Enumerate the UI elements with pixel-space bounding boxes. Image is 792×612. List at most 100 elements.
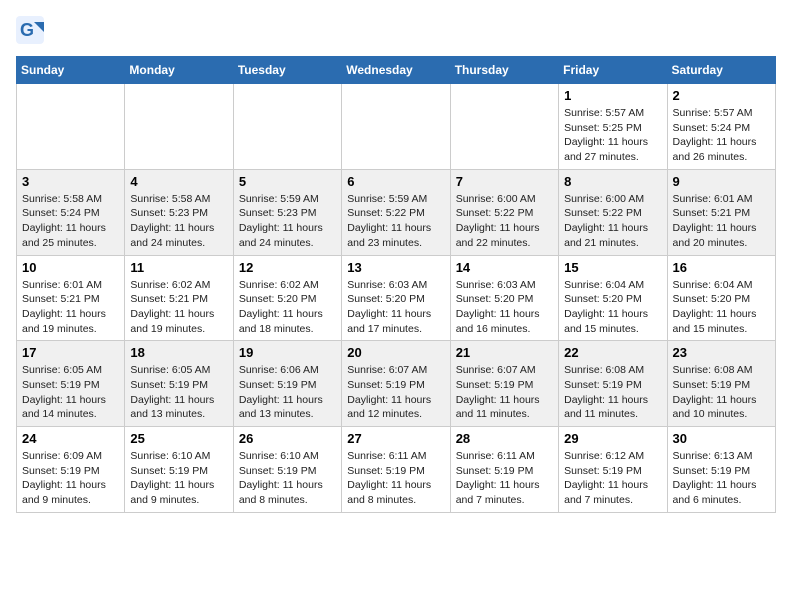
calendar-week-row: 24 Sunrise: 6:09 AM Sunset: 5:19 PM Dayli… xyxy=(17,427,776,513)
day-info: Sunrise: 6:05 AM Sunset: 5:19 PM Dayligh… xyxy=(22,363,119,422)
header: G xyxy=(16,16,776,44)
calendar-week-row: 17 Sunrise: 6:05 AM Sunset: 5:19 PM Dayli… xyxy=(17,341,776,427)
day-info: Sunrise: 5:59 AM Sunset: 5:22 PM Dayligh… xyxy=(347,192,444,251)
day-number: 2 xyxy=(673,88,770,103)
day-number: 28 xyxy=(456,431,553,446)
day-info: Sunrise: 6:09 AM Sunset: 5:19 PM Dayligh… xyxy=(22,449,119,508)
day-number: 26 xyxy=(239,431,336,446)
day-info: Sunrise: 6:01 AM Sunset: 5:21 PM Dayligh… xyxy=(22,278,119,337)
calendar-cell: 8Sunrise: 6:00 AM Sunset: 5:22 PM Daylig… xyxy=(559,169,667,255)
day-info: Sunrise: 6:07 AM Sunset: 5:19 PM Dayligh… xyxy=(347,363,444,422)
day-number: 17 xyxy=(22,345,119,360)
day-info: Sunrise: 5:59 AM Sunset: 5:23 PM Dayligh… xyxy=(239,192,336,251)
calendar: SundayMondayTuesdayWednesdayThursdayFrid… xyxy=(16,56,776,513)
calendar-cell: 29 Sunrise: 6:12 AM Sunset: 5:19 PM Dayli… xyxy=(559,427,667,513)
day-info: Sunrise: 6:00 AM Sunset: 5:22 PM Dayligh… xyxy=(456,192,553,251)
day-number: 19 xyxy=(239,345,336,360)
calendar-cell: 11 Sunrise: 6:02 AM Sunset: 5:21 PM Dayli… xyxy=(125,255,233,341)
day-info: Sunrise: 6:02 AM Sunset: 5:21 PM Dayligh… xyxy=(130,278,227,337)
day-number: 14 xyxy=(456,260,553,275)
calendar-cell: 17 Sunrise: 6:05 AM Sunset: 5:19 PM Dayli… xyxy=(17,341,125,427)
calendar-week-row: 3 Sunrise: 5:58 AM Sunset: 5:24 PM Daylig… xyxy=(17,169,776,255)
day-info: Sunrise: 6:04 AM Sunset: 5:20 PM Dayligh… xyxy=(673,278,770,337)
calendar-cell: 24 Sunrise: 6:09 AM Sunset: 5:19 PM Dayli… xyxy=(17,427,125,513)
day-number: 4 xyxy=(130,174,227,189)
calendar-cell: 23 Sunrise: 6:08 AM Sunset: 5:19 PM Dayli… xyxy=(667,341,775,427)
day-info: Sunrise: 6:11 AM Sunset: 5:19 PM Dayligh… xyxy=(456,449,553,508)
day-info: Sunrise: 6:03 AM Sunset: 5:20 PM Dayligh… xyxy=(347,278,444,337)
day-info: Sunrise: 6:08 AM Sunset: 5:19 PM Dayligh… xyxy=(673,363,770,422)
day-number: 21 xyxy=(456,345,553,360)
day-info: Sunrise: 6:04 AM Sunset: 5:20 PM Dayligh… xyxy=(564,278,661,337)
calendar-cell: 27 Sunrise: 6:11 AM Sunset: 5:19 PM Dayli… xyxy=(342,427,450,513)
calendar-cell: 13 Sunrise: 6:03 AM Sunset: 5:20 PM Dayli… xyxy=(342,255,450,341)
day-number: 18 xyxy=(130,345,227,360)
calendar-cell: 20 Sunrise: 6:07 AM Sunset: 5:19 PM Dayli… xyxy=(342,341,450,427)
calendar-cell: 3 Sunrise: 5:58 AM Sunset: 5:24 PM Daylig… xyxy=(17,169,125,255)
day-info: Sunrise: 5:57 AM Sunset: 5:24 PM Dayligh… xyxy=(673,106,770,165)
calendar-cell xyxy=(450,84,558,170)
calendar-cell xyxy=(342,84,450,170)
calendar-cell: 21 Sunrise: 6:07 AM Sunset: 5:19 PM Dayli… xyxy=(450,341,558,427)
day-info: Sunrise: 5:58 AM Sunset: 5:24 PM Dayligh… xyxy=(22,192,119,251)
day-number: 10 xyxy=(22,260,119,275)
logo-icon: G xyxy=(16,16,44,44)
day-info: Sunrise: 6:12 AM Sunset: 5:19 PM Dayligh… xyxy=(564,449,661,508)
day-number: 22 xyxy=(564,345,661,360)
day-info: Sunrise: 6:05 AM Sunset: 5:19 PM Dayligh… xyxy=(130,363,227,422)
day-number: 24 xyxy=(22,431,119,446)
calendar-cell: 4 Sunrise: 5:58 AM Sunset: 5:23 PM Daylig… xyxy=(125,169,233,255)
calendar-cell: 7 Sunrise: 6:00 AM Sunset: 5:22 PM Daylig… xyxy=(450,169,558,255)
logo: G xyxy=(16,16,46,44)
day-info: Sunrise: 6:11 AM Sunset: 5:19 PM Dayligh… xyxy=(347,449,444,508)
calendar-cell: 26 Sunrise: 6:10 AM Sunset: 5:19 PM Dayli… xyxy=(233,427,341,513)
calendar-cell: 30 Sunrise: 6:13 AM Sunset: 5:19 PM Dayli… xyxy=(667,427,775,513)
col-header-thursday: Thursday xyxy=(450,57,558,84)
day-info: Sunrise: 6:01 AM Sunset: 5:21 PM Dayligh… xyxy=(673,192,770,251)
col-header-saturday: Saturday xyxy=(667,57,775,84)
calendar-cell: 2 Sunrise: 5:57 AM Sunset: 5:24 PM Daylig… xyxy=(667,84,775,170)
calendar-cell: 6 Sunrise: 5:59 AM Sunset: 5:22 PM Daylig… xyxy=(342,169,450,255)
day-info: Sunrise: 6:07 AM Sunset: 5:19 PM Dayligh… xyxy=(456,363,553,422)
calendar-cell: 16Sunrise: 6:04 AM Sunset: 5:20 PM Dayli… xyxy=(667,255,775,341)
calendar-cell: 12Sunrise: 6:02 AM Sunset: 5:20 PM Dayli… xyxy=(233,255,341,341)
col-header-friday: Friday xyxy=(559,57,667,84)
day-info: Sunrise: 6:10 AM Sunset: 5:19 PM Dayligh… xyxy=(239,449,336,508)
col-header-monday: Monday xyxy=(125,57,233,84)
calendar-cell xyxy=(233,84,341,170)
calendar-cell: 15Sunrise: 6:04 AM Sunset: 5:20 PM Dayli… xyxy=(559,255,667,341)
day-number: 3 xyxy=(22,174,119,189)
col-header-wednesday: Wednesday xyxy=(342,57,450,84)
day-number: 5 xyxy=(239,174,336,189)
day-number: 1 xyxy=(564,88,661,103)
day-number: 11 xyxy=(130,260,227,275)
svg-text:G: G xyxy=(20,20,34,40)
day-number: 20 xyxy=(347,345,444,360)
col-header-tuesday: Tuesday xyxy=(233,57,341,84)
calendar-cell: 5 Sunrise: 5:59 AM Sunset: 5:23 PM Daylig… xyxy=(233,169,341,255)
day-number: 13 xyxy=(347,260,444,275)
day-number: 6 xyxy=(347,174,444,189)
calendar-cell xyxy=(17,84,125,170)
day-number: 9 xyxy=(673,174,770,189)
calendar-week-row: 1 Sunrise: 5:57 AM Sunset: 5:25 PM Daylig… xyxy=(17,84,776,170)
calendar-cell: 10 Sunrise: 6:01 AM Sunset: 5:21 PM Dayli… xyxy=(17,255,125,341)
calendar-cell: 28 Sunrise: 6:11 AM Sunset: 5:19 PM Dayli… xyxy=(450,427,558,513)
day-info: Sunrise: 5:57 AM Sunset: 5:25 PM Dayligh… xyxy=(564,106,661,165)
day-number: 7 xyxy=(456,174,553,189)
day-number: 27 xyxy=(347,431,444,446)
day-number: 23 xyxy=(673,345,770,360)
day-info: Sunrise: 6:00 AM Sunset: 5:22 PM Dayligh… xyxy=(564,192,661,251)
calendar-cell: 25Sunrise: 6:10 AM Sunset: 5:19 PM Dayli… xyxy=(125,427,233,513)
calendar-cell: 14Sunrise: 6:03 AM Sunset: 5:20 PM Dayli… xyxy=(450,255,558,341)
calendar-cell xyxy=(125,84,233,170)
day-info: Sunrise: 5:58 AM Sunset: 5:23 PM Dayligh… xyxy=(130,192,227,251)
day-number: 30 xyxy=(673,431,770,446)
day-info: Sunrise: 6:10 AM Sunset: 5:19 PM Dayligh… xyxy=(130,449,227,508)
day-info: Sunrise: 6:13 AM Sunset: 5:19 PM Dayligh… xyxy=(673,449,770,508)
day-info: Sunrise: 6:06 AM Sunset: 5:19 PM Dayligh… xyxy=(239,363,336,422)
day-info: Sunrise: 6:08 AM Sunset: 5:19 PM Dayligh… xyxy=(564,363,661,422)
calendar-cell: 1 Sunrise: 5:57 AM Sunset: 5:25 PM Daylig… xyxy=(559,84,667,170)
calendar-cell: 22 Sunrise: 6:08 AM Sunset: 5:19 PM Dayli… xyxy=(559,341,667,427)
day-number: 29 xyxy=(564,431,661,446)
